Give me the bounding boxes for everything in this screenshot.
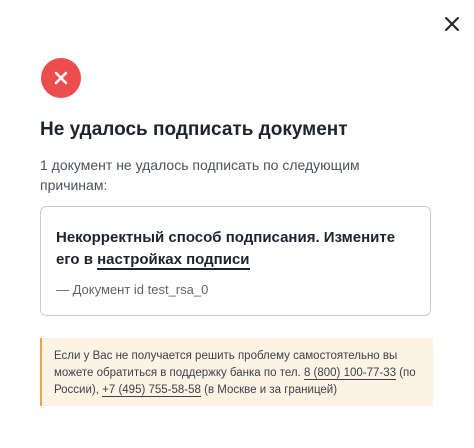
dialog-subtitle: 1 документ не удалось подписать по следу… [40, 157, 360, 193]
support-note-text-3: (в Москве и за границей) [200, 384, 338, 396]
error-cross-icon [41, 58, 81, 98]
reason-text: Некорректный способ подписания. Измените… [56, 227, 418, 271]
close-button[interactable] [440, 12, 464, 36]
dialog-title: Не удалось подписать документ [40, 119, 348, 140]
signature-settings-link[interactable]: настройках подписи [97, 251, 250, 270]
close-icon [445, 17, 459, 31]
phone-link-moscow[interactable]: +7 (495) 755-58-58 [102, 384, 201, 397]
error-dialog: Не удалось подписать документ 1 документ… [0, 0, 474, 448]
support-note: Если у Вас не получается решить проблему… [40, 338, 433, 406]
error-reason-card: Некорректный способ подписания. Измените… [40, 206, 431, 316]
document-id-label: — Документ id test_rsa_0 [56, 282, 209, 297]
phone-link-russia[interactable]: 8 (800) 100-77-33 [303, 367, 397, 380]
